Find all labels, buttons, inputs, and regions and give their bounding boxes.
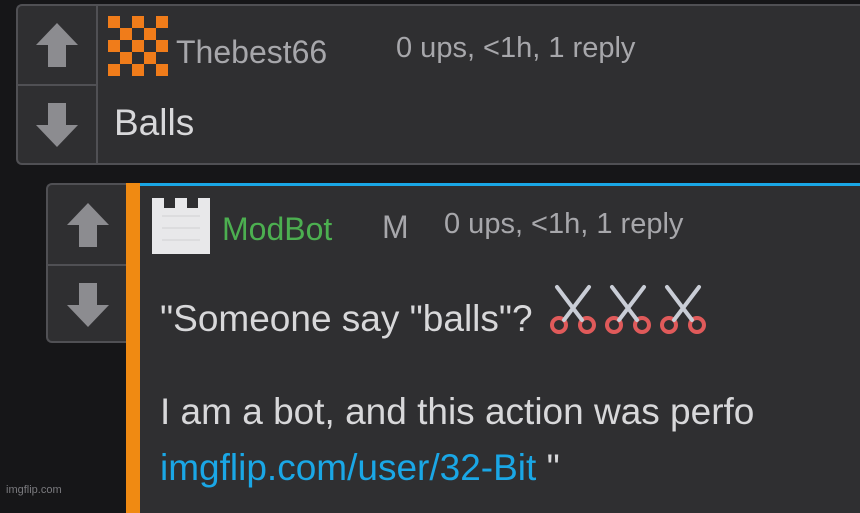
mod-badge: M bbox=[382, 209, 409, 245]
watermark: imgflip.com bbox=[6, 484, 62, 496]
avatar[interactable] bbox=[108, 16, 168, 81]
comment-body-text: "Someone say "balls"? bbox=[160, 298, 533, 339]
upvote-button[interactable] bbox=[48, 185, 128, 266]
comment-body-line: "Someone say "balls"? bbox=[160, 283, 707, 340]
downvote-button[interactable] bbox=[48, 266, 128, 343]
user-profile-link[interactable]: imgflip.com/user/32-Bit bbox=[160, 447, 536, 488]
comment-body: Balls bbox=[114, 102, 195, 143]
username[interactable]: ModBot bbox=[222, 211, 332, 248]
comment-thebest66: Thebest66 0 ups, <1h, 1 reply Balls bbox=[16, 4, 860, 165]
upvote-button[interactable] bbox=[18, 6, 96, 86]
downvote-arrow-icon bbox=[65, 281, 111, 329]
comment-panel: ModBot M 0 ups, <1h, 1 reply "Someone sa… bbox=[140, 183, 860, 513]
username[interactable]: Thebest66 bbox=[176, 34, 327, 71]
downvote-button[interactable] bbox=[18, 86, 96, 163]
scissors-icon bbox=[549, 283, 707, 335]
comment-body-line: I am a bot, and this action was perfo bbox=[160, 391, 755, 432]
vote-column bbox=[46, 183, 128, 343]
vote-column bbox=[18, 6, 98, 163]
comment-meta: 0 ups, <1h, 1 reply bbox=[396, 32, 636, 64]
quote-close: " bbox=[536, 447, 560, 488]
upvote-arrow-icon bbox=[34, 21, 80, 69]
avatar[interactable] bbox=[150, 196, 212, 261]
downvote-arrow-icon bbox=[34, 101, 80, 149]
comment-meta: 0 ups, <1h, 1 reply bbox=[444, 208, 684, 240]
upvote-arrow-icon bbox=[65, 201, 111, 249]
comment-modbot: ModBot M 0 ups, <1h, 1 reply "Someone sa… bbox=[46, 183, 860, 513]
reply-accent-bar bbox=[126, 183, 140, 513]
comment-body-line: imgflip.com/user/32-Bit " bbox=[160, 447, 560, 489]
